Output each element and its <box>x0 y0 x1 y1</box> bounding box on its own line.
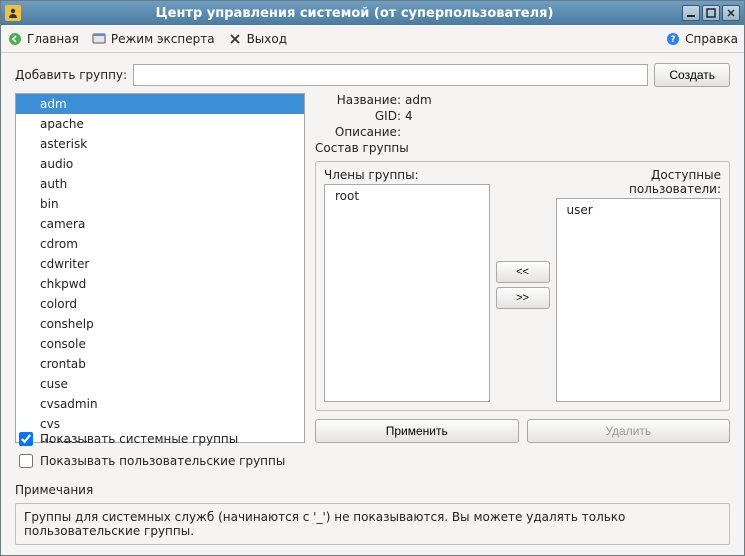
list-item[interactable]: root <box>335 189 479 203</box>
add-group-label: Добавить группу: <box>15 68 127 82</box>
available-label: Доступные пользователи: <box>556 168 722 196</box>
titlebar: Центр управления системой (от суперпольз… <box>1 1 744 25</box>
window: Центр управления системой (от суперпольз… <box>0 0 745 556</box>
details-panel: Название: adm GID: 4 Описание: Состав гр… <box>315 93 730 443</box>
minimize-button[interactable] <box>682 5 700 21</box>
list-item[interactable]: asterisk <box>16 134 304 154</box>
show-system-checkbox[interactable] <box>19 432 33 446</box>
show-system-label: Показывать системные группы <box>40 432 238 446</box>
exit-label: Выход <box>247 32 287 46</box>
list-item[interactable]: cdrom <box>16 234 304 254</box>
list-item[interactable]: conshelp <box>16 314 304 334</box>
notes-box: Группы для системных служб (начинаются с… <box>15 503 730 545</box>
expert-mode-button[interactable]: Режим эксперта <box>91 31 215 47</box>
help-icon: ? <box>665 31 681 47</box>
show-user-checkbox[interactable] <box>19 454 33 468</box>
exit-button[interactable]: Выход <box>227 31 287 47</box>
membership-fieldset: Члены группы: root << >> Доступные польз… <box>315 161 730 411</box>
show-user-groups[interactable]: Показывать пользовательские группы <box>15 451 730 471</box>
help-label: Справка <box>685 32 738 46</box>
move-right-button[interactable]: >> <box>496 287 550 309</box>
groups-list[interactable]: admapacheasteriskaudioauthbincameracdrom… <box>15 93 305 443</box>
show-user-label: Показывать пользовательские группы <box>40 454 285 468</box>
close-icon <box>227 31 243 47</box>
list-item[interactable]: crontab <box>16 354 304 374</box>
app-icon <box>5 5 21 21</box>
svg-text:?: ? <box>671 35 676 45</box>
home-button[interactable]: Главная <box>7 31 79 47</box>
list-item[interactable]: chkpwd <box>16 274 304 294</box>
expert-icon <box>91 31 107 47</box>
available-list[interactable]: user <box>556 198 722 402</box>
members-caption: Состав группы <box>315 141 409 155</box>
list-item[interactable]: apache <box>16 114 304 134</box>
list-item[interactable]: auth <box>16 174 304 194</box>
gid-label: GID: <box>315 109 401 123</box>
members-list[interactable]: root <box>324 184 490 402</box>
filter-checks: Показывать системные группы Показывать п… <box>15 429 730 471</box>
window-title: Центр управления системой (от суперпольз… <box>27 6 682 21</box>
maximize-button[interactable] <box>702 5 720 21</box>
create-button[interactable]: Создать <box>654 63 730 87</box>
list-item[interactable]: cdwriter <box>16 254 304 274</box>
list-item[interactable]: audio <box>16 154 304 174</box>
toolbar: Главная Режим эксперта Выход ? Справка <box>1 25 744 53</box>
name-value: adm <box>405 93 432 107</box>
add-group-row: Добавить группу: Создать <box>15 63 730 87</box>
list-item[interactable]: adm <box>16 94 304 114</box>
name-label: Название: <box>315 93 401 107</box>
desc-label: Описание: <box>315 125 401 139</box>
home-label: Главная <box>27 32 79 46</box>
list-item[interactable]: console <box>16 334 304 354</box>
members-label: Члены группы: <box>324 168 490 182</box>
gid-value: 4 <box>405 109 413 123</box>
list-item[interactable]: camera <box>16 214 304 234</box>
main-area: admapacheasteriskaudioauthbincameracdrom… <box>15 93 730 421</box>
show-system-groups[interactable]: Показывать системные группы <box>15 429 730 449</box>
list-item[interactable]: colord <box>16 294 304 314</box>
list-item[interactable]: cuse <box>16 374 304 394</box>
help-button[interactable]: ? Справка <box>665 31 738 47</box>
list-item[interactable]: cvsadmin <box>16 394 304 414</box>
window-buttons <box>682 5 740 21</box>
content: Добавить группу: Создать admapacheasteri… <box>1 53 744 555</box>
add-group-input[interactable] <box>133 64 648 86</box>
list-item[interactable]: bin <box>16 194 304 214</box>
expert-label: Режим эксперта <box>111 32 215 46</box>
notes-label: Примечания <box>15 483 730 497</box>
list-item[interactable]: user <box>567 203 711 217</box>
move-left-button[interactable]: << <box>496 261 550 283</box>
arrow-left-icon <box>7 31 23 47</box>
close-button[interactable] <box>722 5 740 21</box>
